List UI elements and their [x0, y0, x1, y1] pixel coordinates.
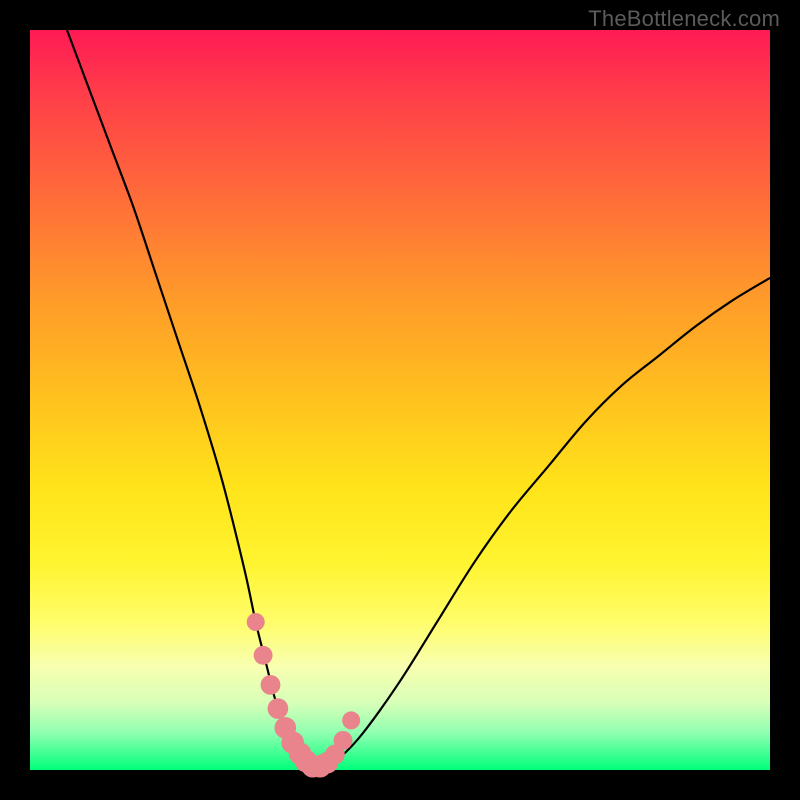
highlight-marker — [342, 711, 360, 729]
highlight-marker — [268, 698, 289, 719]
highlight-markers — [247, 613, 360, 778]
curve-svg — [30, 30, 770, 770]
highlight-marker — [334, 731, 353, 750]
plot-area — [30, 30, 770, 770]
highlight-marker — [247, 613, 265, 631]
highlight-marker — [254, 646, 273, 665]
bottleneck-curve — [67, 30, 770, 769]
chart-frame: TheBottleneck.com — [0, 0, 800, 800]
highlight-marker — [261, 675, 281, 695]
watermark-label: TheBottleneck.com — [588, 6, 780, 32]
